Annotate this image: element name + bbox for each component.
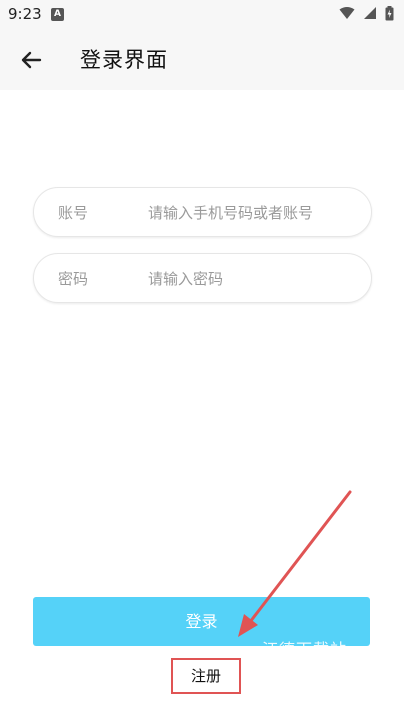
- password-label: 密码: [58, 270, 89, 288]
- signal-icon: [363, 7, 376, 19]
- status-bar: 9:23 A: [0, 0, 404, 28]
- register-link[interactable]: 注册: [171, 658, 241, 694]
- wifi-icon: [339, 7, 355, 19]
- battery-icon: [385, 6, 394, 21]
- page-title: 登录界面: [80, 48, 168, 72]
- arrow-left-icon: [21, 51, 42, 69]
- watermark-text: 汪德下载站: [262, 640, 348, 659]
- app-bar: 登录界面: [0, 28, 404, 90]
- status-icons: [336, 6, 394, 22]
- back-button[interactable]: [14, 43, 48, 77]
- account-label: 账号: [58, 204, 89, 222]
- notification-a-icon: A: [51, 8, 64, 21]
- password-input[interactable]: [146, 264, 360, 294]
- account-field: 账号: [33, 187, 372, 237]
- password-field: 密码: [33, 253, 372, 303]
- status-time: 9:23: [8, 5, 42, 23]
- account-input[interactable]: [146, 198, 360, 228]
